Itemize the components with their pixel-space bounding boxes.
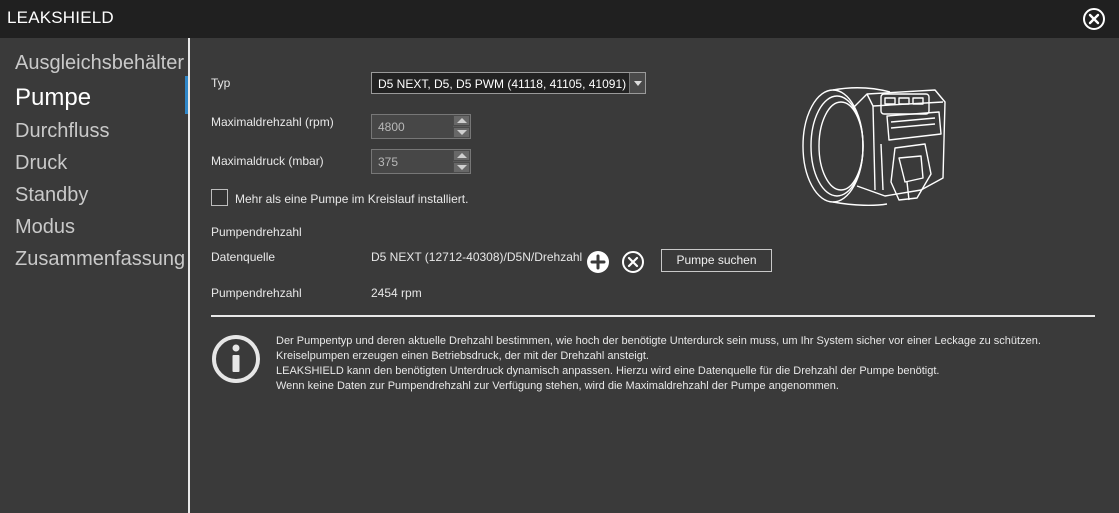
info-line: Der Pumpentyp und deren aktuelle Drehzah… [276, 335, 1041, 347]
info-icon [212, 335, 260, 383]
pump-illustration [802, 87, 946, 207]
sidebar-item-zusammenfassung[interactable]: Zusammenfassung [15, 248, 185, 271]
remove-source-button[interactable] [621, 250, 645, 278]
add-source-button[interactable] [586, 250, 610, 278]
sidebar-divider [188, 38, 190, 513]
info-line: Kreiselpumpen erzeugen einen Betriebsdru… [276, 350, 649, 362]
close-icon [1083, 8, 1105, 30]
max-rpm-stepper [371, 114, 471, 139]
sidebar-item-durchfluss[interactable]: Durchfluss [15, 120, 109, 143]
pump-type-select[interactable]: D5 NEXT, D5, D5 PWM (41118, 41105, 41091… [371, 72, 646, 94]
add-icon [587, 251, 609, 273]
remove-icon [622, 251, 644, 273]
max-pressure-input[interactable] [372, 150, 454, 173]
max-rpm-spin-buttons [453, 115, 470, 138]
max-rpm-decrement-button[interactable] [453, 127, 470, 138]
app-title: LEAKSHIELD [7, 8, 114, 27]
multi-pump-label: Mehr als eine Pumpe im Kreislauf install… [235, 192, 469, 206]
max-pressure-label: Maximaldruck (mbar) [211, 154, 324, 168]
max-pressure-increment-button[interactable] [453, 150, 470, 161]
max-rpm-increment-button[interactable] [453, 115, 470, 126]
pump-speed-value: 2454 rpm [371, 286, 422, 300]
sidebar: Ausgleichsbehälter Pumpe Durchfluss Druc… [0, 38, 188, 513]
max-pressure-decrement-button[interactable] [453, 162, 470, 173]
sidebar-item-pumpe[interactable]: Pumpe [15, 84, 91, 112]
sidebar-item-standby[interactable]: Standby [15, 184, 88, 207]
type-label: Typ [211, 76, 231, 90]
pump-speed-section-title: Pumpendrehzahl [211, 225, 302, 239]
data-source-label: Datenquelle [211, 250, 276, 264]
sidebar-item-ausgleichsbehaelter[interactable]: Ausgleichsbehälter [15, 52, 184, 75]
section-divider [211, 315, 1095, 317]
pump-speed-label: Pumpendrehzahl [211, 286, 302, 300]
max-rpm-input[interactable] [372, 115, 454, 138]
multi-pump-checkbox[interactable] [211, 189, 228, 206]
search-pump-button[interactable]: Pumpe suchen [661, 249, 772, 272]
max-pressure-spin-buttons [453, 150, 470, 173]
sidebar-item-modus[interactable]: Modus [15, 216, 75, 239]
max-pressure-stepper [371, 149, 471, 174]
info-line: LEAKSHIELD kann den benötigten Unterdruc… [276, 365, 940, 377]
sidebar-item-druck[interactable]: Druck [15, 152, 67, 175]
pump-type-value: D5 NEXT, D5, D5 PWM (41118, 41105, 41091… [378, 77, 627, 91]
info-text: Der Pumpentyp und deren aktuelle Drehzah… [276, 334, 1076, 394]
title-bar: LEAKSHIELD [0, 0, 1119, 38]
info-line: Wenn keine Daten zur Pumpendrehzahl zur … [276, 380, 839, 392]
close-button[interactable] [1082, 7, 1106, 31]
data-source-value: D5 NEXT (12712-40308)/D5N/Drehzahl [371, 250, 583, 264]
chevron-down-icon[interactable] [629, 73, 645, 93]
max-rpm-label: Maximaldrehzahl (rpm) [211, 115, 334, 129]
